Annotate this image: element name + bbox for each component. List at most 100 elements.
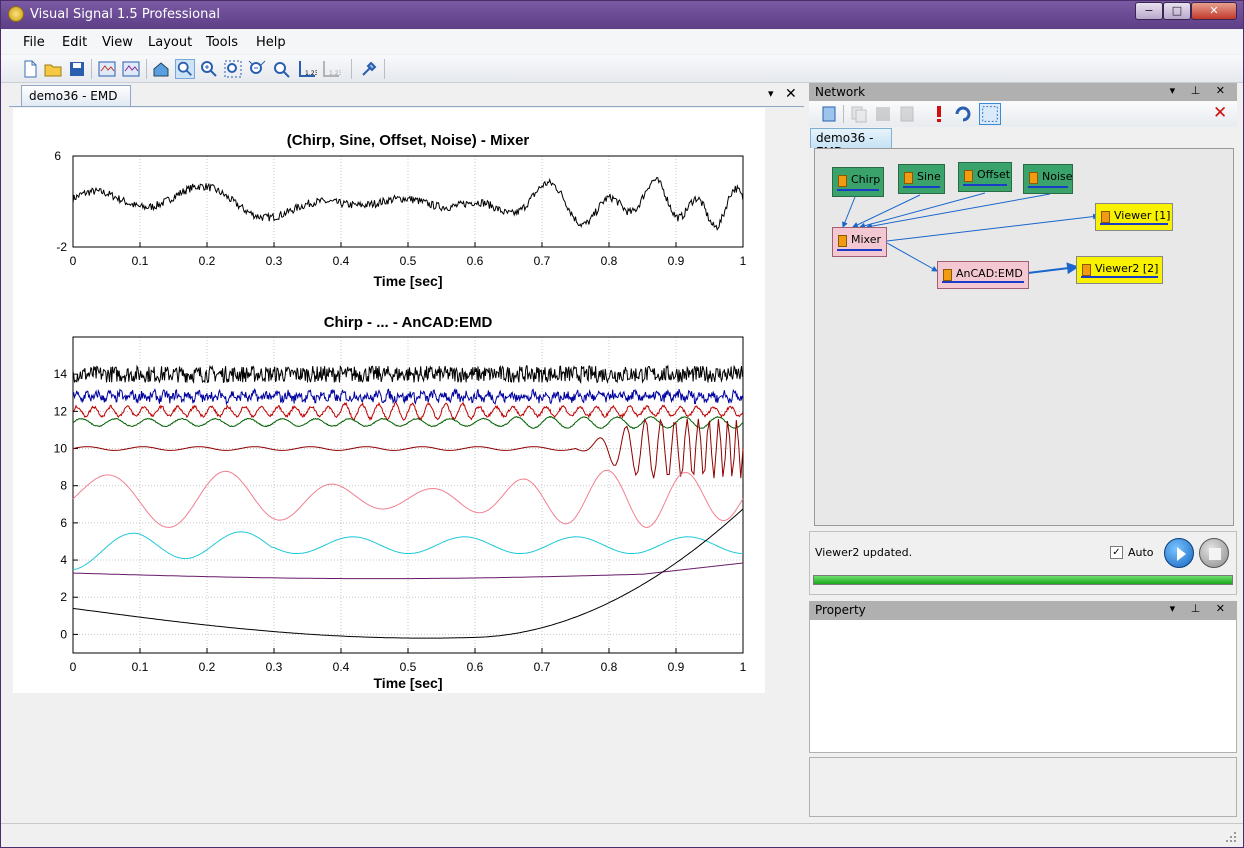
property-grid[interactable] bbox=[809, 619, 1237, 753]
x-tick-label: 0.7 bbox=[534, 254, 551, 268]
property-pane-buttons[interactable]: ▾ ⊥ ✕ bbox=[1170, 602, 1231, 615]
zoom-xy-icon[interactable] bbox=[271, 59, 291, 79]
node-ancad-emd[interactable]: AnCAD:EMD bbox=[937, 261, 1029, 289]
auto-checkbox[interactable]: ✓ bbox=[1110, 546, 1123, 559]
node-chirp[interactable]: Chirp bbox=[832, 167, 884, 197]
chart2-title: Chirp - ... - AnCAD:EMD bbox=[324, 314, 493, 331]
plot-area: (Chirp, Sine, Offset, Noise) - Mixer 0 0.… bbox=[13, 108, 765, 693]
zoom-out-icon[interactable] bbox=[247, 59, 267, 79]
menu-edit[interactable]: Edit bbox=[62, 35, 87, 50]
node-noise[interactable]: Noise bbox=[1023, 164, 1073, 194]
play-button[interactable] bbox=[1164, 538, 1194, 568]
charts-svg: (Chirp, Sine, Offset, Noise) - Mixer 0 0.… bbox=[54, 132, 747, 691]
network-pane-buttons[interactable]: ▾ ⊥ ✕ bbox=[1170, 84, 1231, 97]
delete-network-icon[interactable]: ✕ bbox=[1213, 103, 1227, 123]
link-offset-mixer bbox=[859, 192, 986, 229]
axis-scale-dropdown-icon[interactable]: 1.23 bbox=[321, 59, 341, 79]
y-tick-label: 4 bbox=[60, 553, 67, 567]
chart2-series-imf-3 bbox=[72, 401, 744, 422]
axis-scale-icon[interactable]: 1.23 bbox=[297, 59, 317, 79]
node-viewer1[interactable]: Viewer [1] bbox=[1095, 203, 1173, 231]
x-tick-label: 0.9 bbox=[668, 660, 685, 674]
minimize-button[interactable]: − bbox=[1135, 2, 1163, 20]
svg-text:1.23: 1.23 bbox=[305, 70, 317, 77]
node-sine[interactable]: Sine bbox=[898, 164, 945, 194]
network-toolbar: ✕ bbox=[809, 101, 1237, 127]
new-icon[interactable] bbox=[20, 59, 40, 79]
toolbar-separator bbox=[91, 59, 92, 79]
stop-icon bbox=[1209, 548, 1221, 560]
menu-file[interactable]: File bbox=[23, 35, 45, 50]
settings-icon[interactable] bbox=[359, 59, 379, 79]
link-mixer-viewer1 bbox=[886, 213, 1099, 242]
paste-icon[interactable] bbox=[897, 104, 917, 124]
zoom-fit-icon[interactable] bbox=[223, 59, 243, 79]
x-tick-label: 0.8 bbox=[601, 254, 618, 268]
tab-demo36-emd[interactable]: demo36 - EMD bbox=[21, 85, 131, 107]
x-tick-label: 0.2 bbox=[199, 254, 216, 268]
network-pane-title: Network bbox=[815, 85, 866, 99]
window-title: Visual Signal 1.5 Professional bbox=[30, 7, 220, 22]
x-tick-label: 0 bbox=[70, 254, 77, 268]
chart2-xlabel: Time [sec] bbox=[374, 675, 443, 691]
x-tick-label: 0.4 bbox=[333, 254, 350, 268]
play-icon bbox=[1177, 547, 1186, 561]
refresh-icon[interactable] bbox=[953, 104, 973, 124]
x-tick-label: 0.3 bbox=[266, 660, 283, 674]
save-icon[interactable] bbox=[67, 59, 87, 79]
tab-network-demo36[interactable]: demo36 - EMD bbox=[810, 128, 892, 159]
y-tick-label: 12 bbox=[54, 404, 68, 418]
x-tick-label: 0.3 bbox=[266, 254, 283, 268]
y-tick-label: 14 bbox=[54, 367, 68, 381]
x-tick-label: 0.6 bbox=[467, 660, 484, 674]
export-all-icon[interactable] bbox=[121, 59, 141, 79]
doc-close-icon[interactable]: ✕ bbox=[785, 86, 797, 102]
zoom-icon[interactable] bbox=[175, 59, 195, 79]
property-pane-title: Property bbox=[815, 603, 866, 617]
menu-layout[interactable]: Layout bbox=[148, 35, 192, 50]
auto-label: Auto bbox=[1128, 546, 1154, 559]
y-tick-label: 6 bbox=[60, 516, 67, 530]
svg-text:1.23: 1.23 bbox=[329, 70, 341, 77]
status-message: Viewer2 updated. bbox=[815, 546, 913, 559]
y-tick-label: 2 bbox=[60, 590, 67, 604]
chart1-xlabel: Time [sec] bbox=[374, 273, 443, 289]
add-module-icon[interactable] bbox=[819, 104, 839, 124]
open-icon[interactable] bbox=[43, 59, 63, 79]
alert-icon[interactable] bbox=[929, 104, 949, 124]
toolbar-separator bbox=[351, 59, 352, 79]
network-canvas[interactable]: Chirp Sine Offset Noise Mixer AnCAD:EMD … bbox=[814, 148, 1234, 526]
app-icon bbox=[8, 6, 24, 22]
doc-dropdown-icon[interactable]: ▾ bbox=[768, 87, 774, 100]
home-icon[interactable] bbox=[151, 59, 171, 79]
x-tick-label: 0.8 bbox=[601, 660, 618, 674]
x-tick-label: 0.1 bbox=[132, 254, 149, 268]
link-noise-mixer bbox=[866, 193, 1051, 230]
network-pane-header: Network ▾ ⊥ ✕ bbox=[809, 83, 1237, 101]
save-network-icon[interactable] bbox=[873, 104, 893, 124]
resize-grip-icon[interactable] bbox=[1225, 831, 1237, 843]
y-tick-label: 8 bbox=[60, 479, 67, 493]
property-description bbox=[809, 757, 1237, 817]
close-button[interactable]: ✕ bbox=[1191, 2, 1237, 20]
maximize-button[interactable]: □ bbox=[1163, 2, 1191, 20]
menu-tools[interactable]: Tools bbox=[206, 35, 238, 50]
link-sine-mixer bbox=[852, 194, 921, 228]
zoom-in-icon[interactable] bbox=[199, 59, 219, 79]
menu-bar: File Edit View Layout Tools Help bbox=[1, 30, 1243, 54]
x-tick-label: 0.7 bbox=[534, 660, 551, 674]
link-chirp-mixer bbox=[842, 196, 856, 228]
link-emd-viewer2 bbox=[1027, 262, 1079, 275]
node-mixer[interactable]: Mixer bbox=[832, 227, 887, 257]
node-offset[interactable]: Offset bbox=[958, 162, 1012, 192]
y-tick-label: 10 bbox=[54, 442, 68, 456]
x-tick-label: 0.2 bbox=[199, 660, 216, 674]
node-viewer2[interactable]: Viewer2 [2] bbox=[1076, 256, 1163, 284]
menu-view[interactable]: View bbox=[102, 35, 133, 50]
menu-help[interactable]: Help bbox=[256, 35, 286, 50]
select-mode-icon[interactable] bbox=[979, 103, 1001, 125]
copy-icon[interactable] bbox=[849, 104, 869, 124]
progress-fill bbox=[814, 576, 1232, 584]
stop-button[interactable] bbox=[1199, 538, 1229, 568]
export-icon[interactable] bbox=[97, 59, 117, 79]
